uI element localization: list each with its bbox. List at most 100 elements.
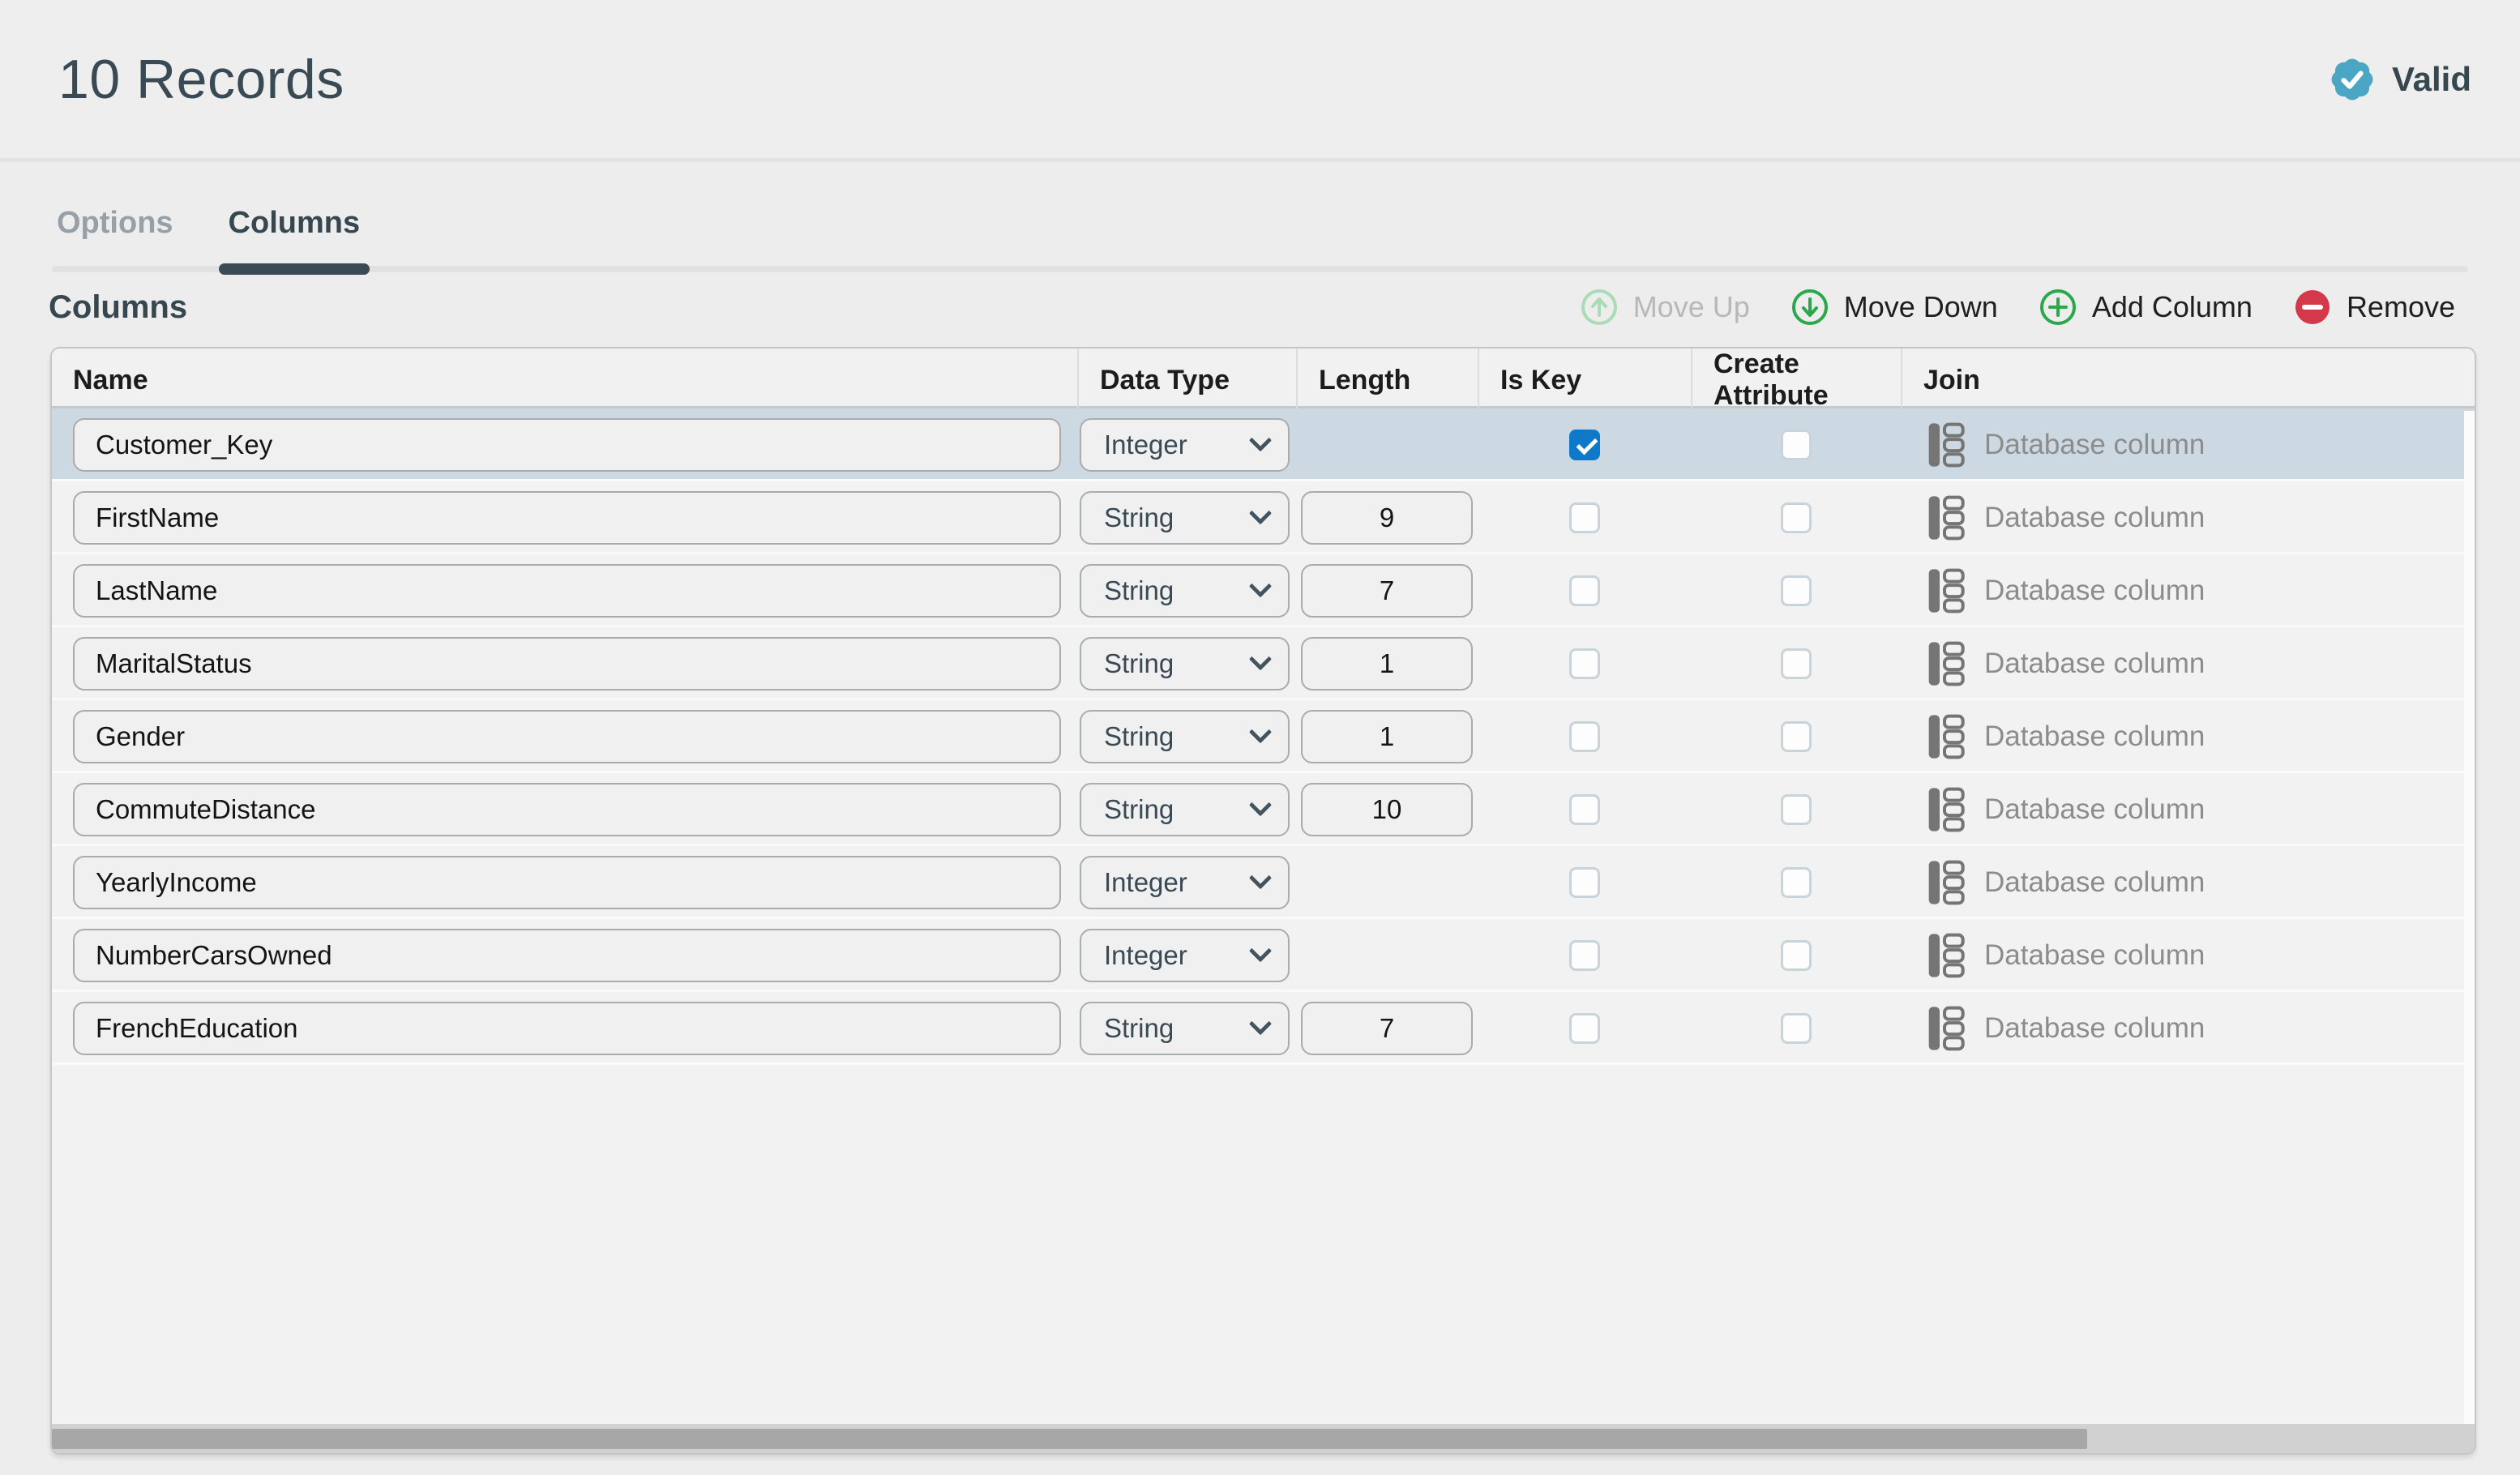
length-input[interactable] [1301,491,1473,545]
is-key-checkbox[interactable] [1569,430,1600,460]
data-type-select[interactable]: String [1080,564,1290,618]
database-column-icon [1927,641,1965,686]
chevron-down-icon [1249,1012,1272,1035]
arrow-down-circle-icon [1791,288,1829,327]
table-row[interactable]: String Database column [52,554,2475,627]
join-type[interactable]: Database column [1901,773,2475,846]
table-row[interactable]: String Database column [52,773,2475,846]
page-title: 10 Records [58,48,344,111]
column-name-input[interactable] [73,783,1061,836]
table-row[interactable]: String Database column [52,627,2475,700]
column-name-input[interactable] [73,710,1061,763]
table-body: Integer Database column [52,408,2475,1424]
create-attribute-checkbox[interactable] [1781,794,1812,825]
length-input[interactable] [1301,783,1473,836]
create-attribute-checkbox[interactable] [1781,1013,1812,1044]
data-type-select[interactable]: String [1080,710,1290,763]
remove-button[interactable]: Remove [2293,288,2455,327]
chevron-down-icon [1249,575,1272,597]
database-column-icon [1927,787,1965,832]
tab-track [52,266,2468,272]
status-label: Valid [2392,60,2471,99]
add-column-label: Add Column [2092,290,2253,324]
join-type[interactable]: Database column [1901,992,2475,1065]
tab-bar: Options Columns [0,162,2520,272]
plus-circle-icon [2039,288,2077,327]
table-row[interactable]: Integer Database column [52,408,2475,481]
data-type-select[interactable]: Integer [1080,856,1290,909]
length-input[interactable] [1301,1002,1473,1055]
move-down-button[interactable]: Move Down [1791,288,1998,327]
table-row[interactable]: String Database column [52,481,2475,554]
is-key-checkbox[interactable] [1569,502,1600,533]
length-input[interactable] [1301,637,1473,690]
data-type-select[interactable]: String [1080,1002,1290,1055]
is-key-checkbox[interactable] [1569,575,1600,606]
create-attribute-checkbox[interactable] [1781,575,1812,606]
header-name: Name [52,348,1077,412]
vertical-scrollbar-track[interactable] [2464,411,2475,1424]
join-type[interactable]: Database column [1901,408,2475,481]
create-attribute-checkbox[interactable] [1781,430,1812,460]
horizontal-scrollbar-track[interactable] [52,1424,2475,1453]
is-key-checkbox[interactable] [1569,940,1600,971]
is-key-checkbox[interactable] [1569,794,1600,825]
column-name-input[interactable] [73,418,1061,472]
data-type-select[interactable]: String [1080,783,1290,836]
join-type[interactable]: Database column [1901,554,2475,627]
create-attribute-checkbox[interactable] [1781,502,1812,533]
column-name-input[interactable] [73,1002,1061,1055]
join-type[interactable]: Database column [1901,700,2475,773]
table-row[interactable]: Integer Database column [52,846,2475,919]
data-type-select[interactable]: Integer [1080,418,1290,472]
length-input[interactable] [1301,710,1473,763]
chevron-down-icon [1249,866,1272,889]
join-type[interactable]: Database column [1901,919,2475,992]
create-attribute-checkbox[interactable] [1781,940,1812,971]
data-type-select[interactable]: String [1080,491,1290,545]
join-type[interactable]: Database column [1901,627,2475,700]
database-column-icon [1927,1006,1965,1051]
horizontal-scrollbar-thumb[interactable] [52,1429,2087,1449]
table-row[interactable]: Integer Database column [52,919,2475,992]
chevron-down-icon [1249,429,1272,451]
add-column-button[interactable]: Add Column [2039,288,2253,327]
create-attribute-checkbox[interactable] [1781,867,1812,898]
column-name-input[interactable] [73,564,1061,618]
table-row[interactable]: String Database column [52,700,2475,773]
move-down-label: Move Down [1844,290,1998,324]
data-type-value: String [1104,794,1174,825]
column-name-input[interactable] [73,637,1061,690]
data-type-value: String [1104,1013,1174,1044]
chevron-down-icon [1249,720,1272,743]
data-type-select[interactable]: String [1080,637,1290,690]
is-key-checkbox[interactable] [1569,867,1600,898]
database-column-icon [1927,422,1965,468]
column-name-input[interactable] [73,929,1061,982]
data-type-value: String [1104,575,1174,606]
tab-options[interactable]: Options [52,206,178,272]
tab-columns[interactable]: Columns [224,206,366,272]
is-key-checkbox[interactable] [1569,648,1600,679]
status-badge: Valid [2327,54,2471,105]
join-label: Database column [1984,575,2205,607]
is-key-checkbox[interactable] [1569,1013,1600,1044]
column-name-input[interactable] [73,856,1061,909]
length-input[interactable] [1301,564,1473,618]
join-type[interactable]: Database column [1901,481,2475,554]
database-column-icon [1927,568,1965,614]
join-label: Database column [1984,502,2205,534]
join-type[interactable]: Database column [1901,846,2475,919]
database-column-icon [1927,714,1965,759]
join-label: Database column [1984,720,2205,753]
database-column-icon [1927,933,1965,978]
data-type-select[interactable]: Integer [1080,929,1290,982]
create-attribute-checkbox[interactable] [1781,648,1812,679]
create-attribute-checkbox[interactable] [1781,721,1812,752]
table-row[interactable]: String Database column [52,992,2475,1065]
move-up-button[interactable]: Move Up [1580,288,1750,327]
is-key-checkbox[interactable] [1569,721,1600,752]
column-name-input[interactable] [73,491,1061,545]
remove-label: Remove [2347,290,2455,324]
data-type-value: String [1104,502,1174,533]
